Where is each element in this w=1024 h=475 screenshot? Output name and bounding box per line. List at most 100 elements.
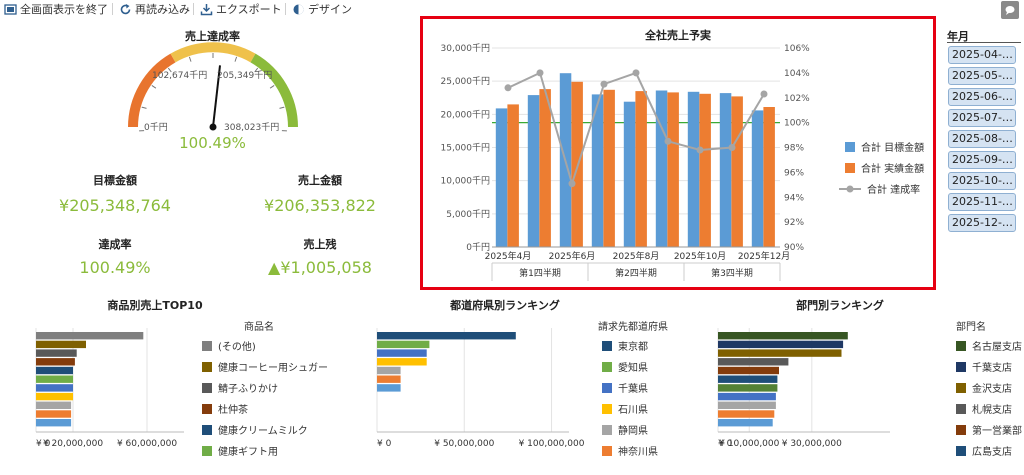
legend-swatch	[956, 445, 966, 456]
design-button[interactable]: デザイン	[292, 1, 352, 17]
legend-item[interactable]: (その他)	[202, 338, 256, 353]
product-chart-title: 商品別売上TOP10	[107, 299, 203, 312]
ranking-bar	[377, 375, 401, 383]
ranking-bar	[718, 332, 848, 340]
legend-swatch	[202, 424, 212, 435]
legend-item[interactable]: 千葉県	[602, 380, 648, 395]
legend-swatch	[202, 403, 212, 414]
legend-item[interactable]: 千葉支店	[956, 359, 1012, 374]
legend-item[interactable]: 金沢支店	[956, 380, 1012, 395]
rate-point	[632, 69, 640, 77]
legend-target-label: 合計 目標金額	[861, 143, 925, 154]
legend-actual[interactable]: 合計 実績金額	[845, 160, 924, 175]
slicer-item[interactable]: 2025-06-…	[948, 88, 1016, 106]
legend-item[interactable]: 神奈川県	[602, 443, 658, 458]
y2-tick-label: 94%	[784, 193, 804, 203]
ranking-bar	[36, 410, 72, 418]
legend-swatch	[956, 382, 966, 393]
slicer-item[interactable]: 2025-10-…	[948, 172, 1016, 190]
bar-actual	[667, 92, 679, 248]
x-tick-label: ¥ 0	[377, 439, 392, 449]
x-tick-label: ¥ 20,000,000	[43, 439, 103, 449]
ranking-bar	[718, 401, 776, 409]
legend-item[interactable]: 札幌支店	[956, 401, 1012, 416]
slicer-item[interactable]: 2025-08-…	[948, 130, 1016, 148]
slicer-item[interactable]: 2025-09-…	[948, 151, 1016, 169]
palette-icon	[293, 4, 304, 14]
gauge-minor-tick	[188, 56, 192, 62]
x-tick-label: 2025年12月	[738, 250, 790, 262]
x-tick-label: ¥ 50,000,000	[434, 439, 494, 449]
remaining-sales-label: 売上残	[303, 238, 337, 251]
slicer-item[interactable]: 2025-07-…	[948, 109, 1016, 127]
legend-item[interactable]: 広島支店	[956, 443, 1012, 458]
bar-target	[495, 108, 508, 248]
remaining-sales-value: ▲¥1,005,058	[268, 258, 372, 277]
slicer-item[interactable]: 2025-11-…	[948, 193, 1016, 211]
legend-item[interactable]: 健康ギフト用	[202, 443, 278, 458]
legend-label: 愛知県	[618, 363, 648, 374]
legend-rate[interactable]: 合計 達成率	[839, 181, 920, 196]
ranking-bar	[36, 401, 72, 409]
legend-item[interactable]: 鯖子ふりかけ	[202, 380, 278, 395]
reload-button[interactable]: 再読み込み	[119, 1, 190, 17]
legend-label: 石川県	[618, 405, 648, 416]
department-chart-title: 部門別ランキング	[796, 299, 884, 312]
legend-target[interactable]: 合計 目標金額	[845, 139, 924, 154]
legend-item[interactable]: 名古屋支店	[956, 338, 1022, 353]
legend-label: 健康コーヒー用シュガー	[218, 363, 328, 374]
legend-item[interactable]: 健康クリームミルク	[202, 422, 308, 437]
y-tick-label: 25,000千円	[441, 76, 491, 87]
ranking-bar	[36, 384, 73, 392]
slicer-item[interactable]: 2025-12-…	[948, 214, 1016, 232]
legend-swatch	[602, 382, 612, 393]
legend-item[interactable]: 東京都	[602, 338, 648, 353]
legend-item[interactable]: 愛知県	[602, 359, 648, 374]
exit-fullscreen-button[interactable]: 全画面表示を終了	[4, 1, 108, 17]
legend-actual-swatch	[845, 162, 855, 173]
bar-actual	[763, 107, 775, 247]
export-button[interactable]: エクスポート	[200, 1, 282, 17]
legend-swatch	[956, 424, 966, 435]
bar-actual	[635, 91, 647, 247]
gauge-band-high	[250, 53, 298, 128]
target-amount-value: ¥205,348,764	[59, 196, 171, 215]
slicer-item[interactable]: 2025-05-…	[948, 67, 1016, 85]
legend-rate-marker	[839, 185, 861, 192]
bar-target	[751, 110, 764, 248]
x-tick-label: 2025年4月	[485, 250, 532, 262]
x-tick-label: ¥ 10,000,000	[719, 439, 779, 449]
product-sales-bar-chart: ¥ 0¥ 20,000,000 ¥ 60,000,000	[35, 328, 184, 449]
gauge-minor-tick	[269, 84, 275, 89]
legend-item[interactable]: 健康コーヒー用シュガー	[202, 359, 328, 374]
legend-target-swatch	[845, 141, 855, 152]
gauge-band-low	[128, 53, 176, 128]
rate-point	[600, 80, 608, 88]
legend-label: 名古屋支店	[972, 342, 1022, 353]
legend-swatch	[602, 361, 612, 372]
y-tick-label: 30,000千円	[441, 43, 491, 54]
legend-swatch	[202, 382, 212, 393]
legend-swatch	[202, 340, 212, 351]
gauge-value: 100.49%	[179, 134, 246, 152]
quarter-label: 第3四半期	[711, 267, 753, 279]
legend-swatch	[202, 361, 212, 372]
x-tick-label: 2025年8月	[613, 250, 660, 262]
ranking-bar	[377, 366, 401, 375]
gauge-hub	[209, 123, 217, 131]
legend-item[interactable]: 静岡県	[602, 422, 648, 437]
reload-label: 再読み込み	[135, 3, 190, 16]
slicer-item[interactable]: 2025-04-…	[948, 46, 1016, 64]
product-legend-title: 商品名	[244, 322, 274, 333]
ranking-bar	[718, 358, 789, 366]
comment-button[interactable]	[1001, 1, 1019, 19]
legend-item[interactable]: 第一営業部	[956, 422, 1022, 437]
achievement-rate-value: 100.49%	[79, 258, 151, 277]
gauge-tick-3: 205,349千円	[217, 70, 272, 81]
bar-target	[655, 90, 668, 247]
gauge-minor-tick	[234, 56, 238, 62]
legend-item[interactable]: 石川県	[602, 401, 648, 416]
legend-label: 千葉県	[618, 384, 648, 395]
legend-item[interactable]: 杜仲茶	[202, 401, 248, 416]
y-tick-label: 10,000千円	[441, 176, 491, 187]
